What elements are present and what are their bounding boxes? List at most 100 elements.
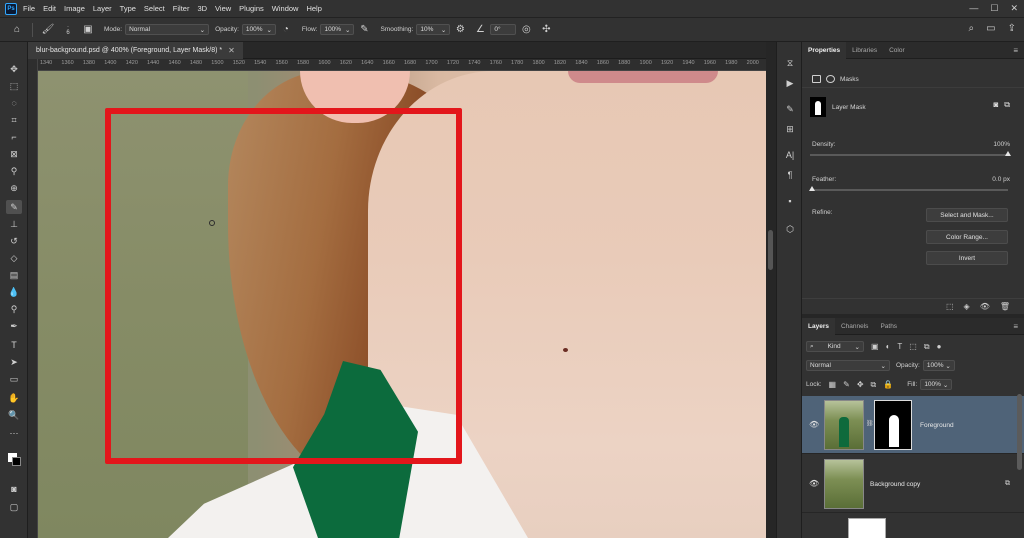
canvas-scrollbar[interactable] [766, 42, 776, 538]
lock-transparent-icon[interactable]: ▦ [829, 380, 837, 389]
history-panel-icon[interactable]: ⧖ [782, 56, 798, 70]
menu-edit[interactable]: Edit [43, 4, 56, 13]
pressure-opacity-icon[interactable]: ◔ [279, 23, 293, 37]
panel-menu-icon[interactable]: ≡ [1013, 46, 1018, 55]
workspace-icon[interactable]: ▭ [986, 23, 995, 34]
healing-brush-tool-icon[interactable]: ⊕ [6, 181, 22, 195]
tab-libraries[interactable]: Libraries [846, 42, 883, 59]
visibility-eye-icon[interactable]: 👁 [980, 302, 990, 314]
filter-shape-icon[interactable]: ⬚ [909, 342, 917, 351]
feather-slider[interactable] [809, 186, 1008, 191]
menu-filter[interactable]: Filter [173, 4, 190, 13]
color-range-button[interactable]: Color Range... [926, 230, 1008, 244]
feather-slider-handle[interactable] [809, 186, 815, 191]
filter-type-icon[interactable]: T [897, 342, 902, 351]
glyphs-panel-icon[interactable]: ▪ [782, 194, 798, 208]
lock-all-icon[interactable]: 🔒 [883, 380, 893, 389]
lock-image-icon[interactable]: ✎ [843, 380, 850, 389]
search-icon[interactable]: ⌕ [969, 23, 975, 34]
menu-file[interactable]: File [23, 4, 35, 13]
clone-stamp-tool-icon[interactable]: ⊥ [6, 217, 22, 231]
eyedropper-tool-icon[interactable]: ⚲ [6, 164, 22, 178]
zoom-tool-icon[interactable]: 🔍 [6, 408, 22, 422]
hand-tool-icon[interactable]: ✋ [6, 391, 22, 405]
layer-background-copy[interactable]: 👁 Background copy ⧉ [802, 455, 1024, 513]
move-tool-icon[interactable]: ✥ [6, 62, 22, 76]
layer-filter-kind-select[interactable]: ⌕ Kind ⌄ [806, 341, 864, 352]
rectangle-tool-icon[interactable]: ▭ [6, 372, 22, 386]
opacity-field[interactable]: 100% ⌄ [241, 24, 276, 35]
canvas[interactable] [38, 71, 766, 538]
tab-paths[interactable]: Paths [874, 318, 903, 335]
maximize-icon[interactable]: ☐ [990, 3, 998, 14]
screen-mode-icon[interactable]: ▢ [6, 500, 22, 514]
brush-settings-icon[interactable]: ▣ [81, 23, 95, 37]
brush-size-picker[interactable]: · 6 [61, 23, 75, 37]
layer-opacity-field[interactable]: 100% ⌄ [922, 360, 955, 371]
select-pixel-mask-icon[interactable]: ◙ [993, 100, 998, 110]
quick-mask-icon[interactable]: ◙ [6, 482, 22, 496]
marquee-tool-icon[interactable]: ⬚ [6, 79, 22, 93]
tab-channels[interactable]: Channels [835, 318, 874, 335]
color-swatches-icon[interactable] [6, 452, 22, 466]
tab-layers[interactable]: Layers [802, 317, 835, 335]
scrollbar-thumb[interactable] [768, 230, 773, 270]
add-vector-mask-icon[interactable]: ⧉ [1004, 100, 1010, 110]
mode-select[interactable]: Normal ⌄ [125, 24, 210, 35]
brush-settings-panel-icon[interactable]: ✎ [782, 102, 798, 116]
fill-field[interactable]: 100% ⌄ [920, 379, 953, 390]
menu-layer[interactable]: Layer [93, 4, 112, 13]
select-and-mask-button[interactable]: Select and Mask... [926, 208, 1008, 222]
visibility-eye-icon[interactable]: 👁 [809, 479, 819, 488]
blur-tool-icon[interactable]: 💧 [6, 285, 22, 299]
character-panel-icon[interactable]: A| [782, 148, 798, 162]
layer-foreground[interactable]: 👁 ⛓ Foreground [802, 396, 1024, 454]
menu-view[interactable]: View [215, 4, 231, 13]
lock-position-icon[interactable]: ✥ [857, 380, 864, 389]
load-selection-icon[interactable]: ⬚ [946, 302, 954, 314]
smoothing-field[interactable]: 10% ⌄ [416, 24, 451, 35]
brush-tool-icon[interactable]: ✎ [6, 200, 22, 214]
menu-help[interactable]: Help [306, 4, 321, 13]
tab-color[interactable]: Color [883, 42, 911, 59]
share-icon[interactable]: ⇪ [1008, 23, 1016, 34]
gear-icon[interactable]: ⚙ [453, 23, 467, 37]
mask-link-icon[interactable]: ⛓ [866, 420, 874, 427]
menu-select[interactable]: Select [144, 4, 165, 13]
menu-image[interactable]: Image [64, 4, 85, 13]
eraser-tool-icon[interactable]: ◇ [6, 251, 22, 265]
lock-artboard-icon[interactable]: ⧉ [871, 380, 877, 390]
minimize-icon[interactable]: — [969, 3, 978, 14]
close-icon[interactable]: ✕ [228, 46, 235, 55]
panel-menu-icon[interactable]: ≡ [1013, 322, 1018, 331]
close-icon[interactable]: ✕ [1010, 3, 1018, 14]
layers-scrollbar[interactable] [1017, 394, 1022, 470]
angle-field[interactable]: 0° [490, 24, 517, 35]
delete-mask-icon[interactable]: 🗑 [1000, 302, 1010, 314]
history-brush-tool-icon[interactable]: ↺ [6, 234, 22, 248]
visibility-eye-icon[interactable]: 👁 [809, 420, 819, 429]
flow-field[interactable]: 100% ⌄ [320, 24, 355, 35]
document-tab[interactable]: blur-background.psd @ 400% (Foreground, … [28, 42, 243, 59]
dodge-tool-icon[interactable]: ⚲ [6, 302, 22, 316]
frame-tool-icon[interactable]: ⊠ [6, 147, 22, 161]
gradient-tool-icon[interactable]: ▤ [6, 268, 22, 282]
filter-smart-object-icon[interactable]: ⧉ [924, 342, 930, 352]
menu-3d[interactable]: 3D [197, 4, 207, 13]
vector-mask-icon[interactable] [826, 75, 835, 83]
feather-value[interactable]: 0.0 px [992, 176, 1010, 183]
density-value[interactable]: 100% [993, 141, 1010, 148]
menu-window[interactable]: Window [272, 4, 299, 13]
path-selection-tool-icon[interactable]: ➤ [6, 355, 22, 369]
menu-type[interactable]: Type [120, 4, 136, 13]
blend-mode-select[interactable]: Normal ⌄ [806, 360, 890, 371]
3d-panel-icon[interactable]: ⬡ [782, 222, 798, 236]
density-slider[interactable] [810, 151, 1011, 156]
crop-tool-icon[interactable]: ⌐ [6, 130, 22, 144]
apply-mask-icon[interactable]: ◈ [964, 302, 970, 314]
menu-plugins[interactable]: Plugins [239, 4, 264, 13]
edit-toolbar-icon[interactable]: ⋯ [6, 426, 22, 440]
invert-button[interactable]: Invert [926, 251, 1008, 265]
lasso-tool-icon[interactable]: ◌ [6, 96, 22, 110]
filter-toggle-icon[interactable]: ● [937, 342, 942, 351]
